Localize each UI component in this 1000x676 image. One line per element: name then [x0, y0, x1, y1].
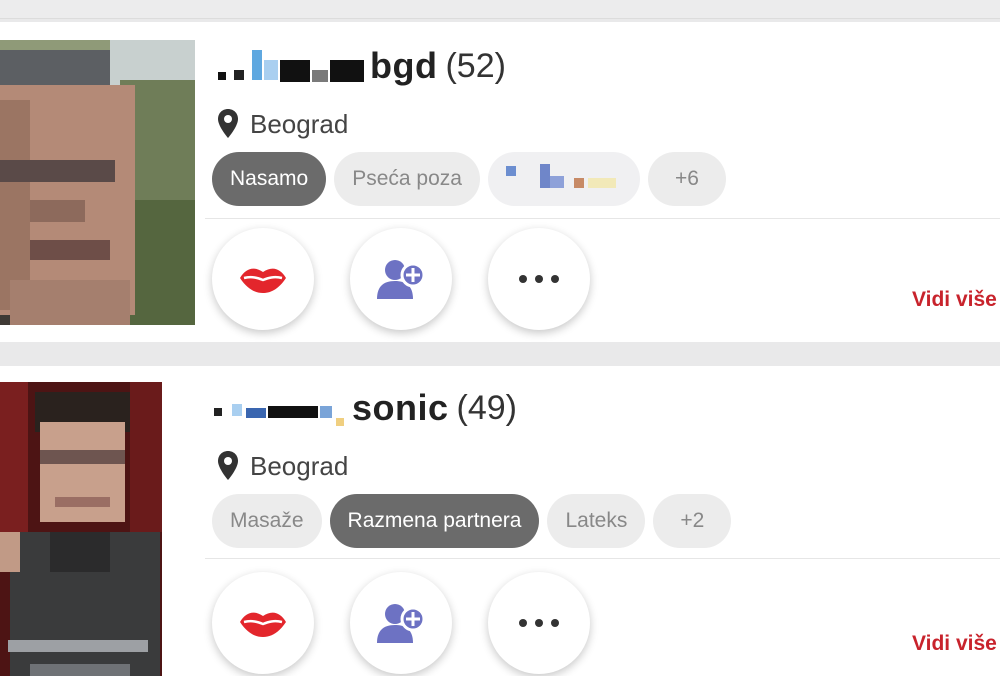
redacted-name-block — [216, 46, 366, 86]
profile-card: sonic (49) Beograd Masaže Razmena partne… — [0, 366, 1000, 676]
view-more-link[interactable]: Vidi više — [912, 288, 997, 312]
map-pin-icon — [218, 451, 238, 480]
tag-chip[interactable]: Razmena partnera — [329, 494, 540, 548]
kiss-button[interactable] — [212, 228, 314, 330]
age: (52) — [445, 46, 506, 85]
lips-icon — [240, 268, 286, 293]
username[interactable]: bgd — [370, 45, 437, 87]
tag-chip[interactable]: Nasamo — [212, 152, 327, 206]
interest-tags: Masaže Razmena partnera Lateks +2 — [212, 494, 739, 548]
more-options-button[interactable] — [488, 572, 590, 674]
map-pin-icon — [218, 109, 238, 138]
tag-chip-redacted[interactable] — [487, 152, 640, 206]
profile-card: bgd (52) Beograd Nasamo Pseća poza +6 Vi… — [0, 22, 1000, 342]
tag-more-chip[interactable]: +6 — [647, 152, 726, 206]
tag-chip[interactable]: Pseća poza — [334, 152, 480, 206]
redacted-name-block — [212, 388, 348, 428]
location-row: Beograd — [216, 104, 348, 144]
lips-icon — [240, 612, 286, 637]
top-strip — [0, 0, 1000, 19]
add-friend-icon — [377, 260, 426, 299]
age: (49) — [456, 388, 517, 427]
profile-photo[interactable] — [0, 40, 195, 325]
add-friend-icon — [377, 604, 426, 643]
interest-tags: Nasamo Pseća poza +6 — [212, 152, 734, 206]
profile-name-row[interactable]: sonic (49) — [212, 384, 517, 432]
kiss-button[interactable] — [212, 572, 314, 674]
location-label: Beograd — [250, 108, 349, 139]
add-friend-button[interactable] — [350, 228, 452, 330]
divider — [205, 558, 1000, 559]
profile-photo[interactable] — [0, 382, 162, 676]
tag-chip[interactable]: Lateks — [547, 494, 646, 548]
tag-more-chip[interactable]: +2 — [653, 494, 732, 548]
location-label: Beograd — [250, 450, 349, 481]
profile-name-row[interactable]: bgd (52) — [216, 42, 506, 90]
more-options-button[interactable] — [488, 228, 590, 330]
add-friend-button[interactable] — [350, 572, 452, 674]
location-row: Beograd — [216, 446, 348, 486]
tag-chip[interactable]: Masaže — [212, 494, 322, 548]
more-icon — [519, 619, 559, 627]
action-buttons — [212, 228, 626, 330]
view-more-link[interactable]: Vidi više — [912, 632, 997, 656]
more-icon — [519, 275, 559, 283]
divider — [205, 218, 1000, 219]
username[interactable]: sonic — [352, 387, 449, 429]
action-buttons — [212, 572, 626, 674]
